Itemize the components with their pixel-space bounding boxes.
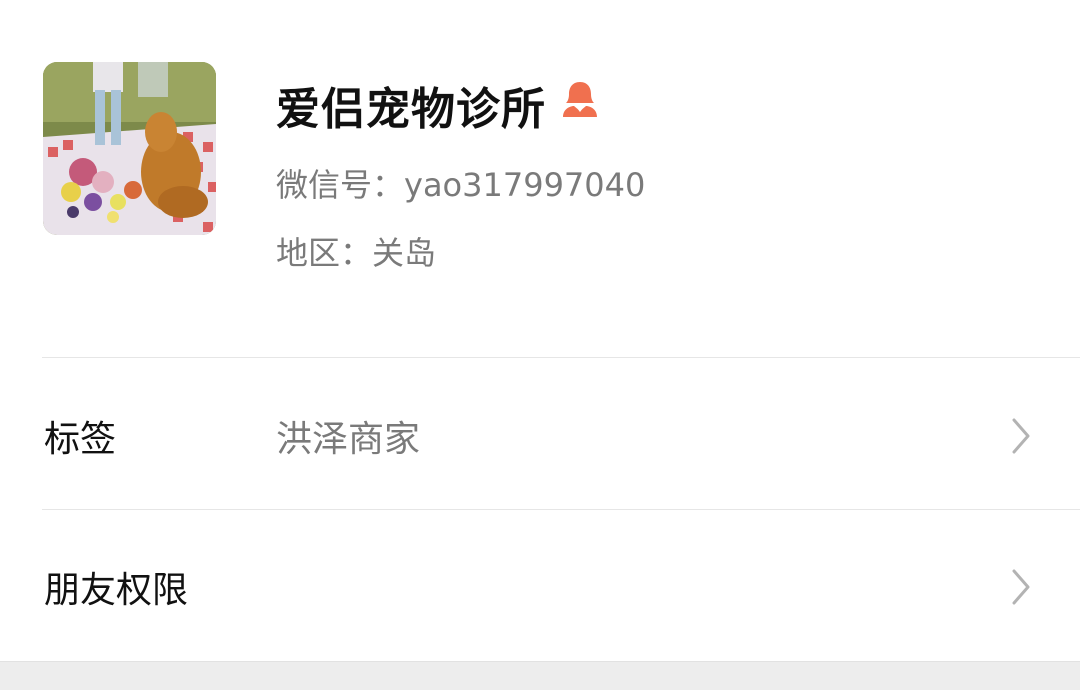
friend-permissions-label: 朋友权限	[44, 570, 189, 611]
female-person-icon	[560, 79, 600, 119]
tags-label: 标签	[44, 419, 117, 460]
profile-header: 爱侣宠物诊所 微信号：yao317997040 地区：关岛	[0, 0, 1080, 357]
chevron-right-icon	[1008, 567, 1034, 607]
tags-row[interactable]: 标签 洪泽商家	[0, 361, 1080, 511]
tags-value: 洪泽商家	[276, 419, 421, 460]
contact-profile-page: 爱侣宠物诊所 微信号：yao317997040 地区：关岛 标签 洪泽商家 朋友…	[0, 0, 1080, 690]
divider	[42, 357, 1080, 358]
region: 地区：关岛	[276, 234, 437, 272]
friend-permissions-row[interactable]: 朋友权限	[0, 512, 1080, 662]
avatar-photo	[43, 62, 216, 235]
name-row: 爱侣宠物诊所	[276, 72, 600, 138]
section-separator	[0, 661, 1080, 690]
contact-name: 爱侣宠物诊所	[276, 84, 546, 135]
chevron-right-icon	[1008, 416, 1034, 456]
wechat-id: 微信号：yao317997040	[276, 166, 646, 204]
divider	[42, 509, 1080, 510]
avatar[interactable]	[43, 62, 216, 235]
